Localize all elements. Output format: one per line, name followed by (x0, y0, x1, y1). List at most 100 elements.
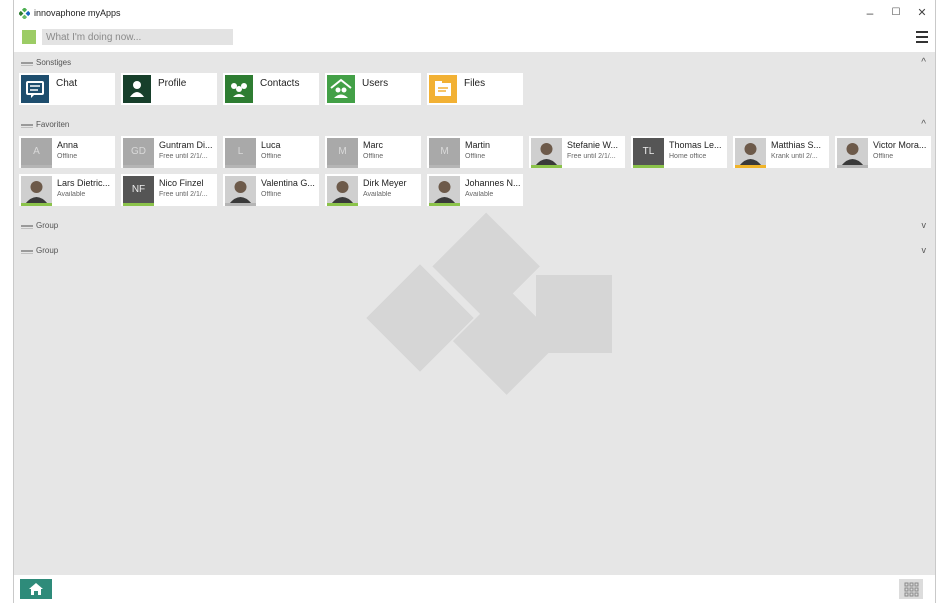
presence-bar (225, 203, 256, 206)
section-title: Sonstiges (36, 58, 72, 67)
contact-tile[interactable]: A Anna Offline (19, 136, 115, 168)
presence-bar (123, 203, 154, 206)
users-icon (327, 75, 355, 103)
avatar-initials: M (429, 138, 460, 166)
section-title: Group (36, 221, 59, 230)
avatar-photo (531, 138, 562, 166)
avatar-photo (837, 138, 868, 166)
contact-status: Offline (261, 191, 282, 198)
contact-status: Available (465, 191, 494, 198)
contact-name: Lars Dietric... (57, 178, 111, 188)
avatar-photo (429, 176, 460, 204)
drag-handle-icon (21, 225, 33, 229)
chevron-up-icon[interactable]: ^ (921, 119, 926, 130)
presence-bar (633, 165, 664, 168)
presence-bar (225, 165, 256, 168)
contact-status: Free until 2/1/... (159, 191, 208, 198)
window-title: innovaphone myApps (34, 8, 121, 18)
contact-name: Stefanie W... (567, 140, 619, 150)
contacts-icon (225, 75, 253, 103)
contact-name: Martin (465, 140, 491, 150)
contact-name: Anna (57, 140, 79, 150)
contact-tile[interactable]: Valentina G... Offline (223, 174, 319, 206)
contact-tile[interactable]: M Marc Offline (325, 136, 421, 168)
contact-name: Marc (363, 140, 383, 150)
app-grid-icon (904, 582, 919, 597)
presence-bar (21, 165, 52, 168)
avatar-initials: A (21, 138, 52, 166)
contact-status: Offline (873, 153, 894, 160)
contact-name: Nico Finzel (159, 178, 204, 188)
status-bar (14, 26, 935, 52)
contact-status: Offline (57, 153, 78, 160)
app-tile-files[interactable]: Files (427, 73, 523, 105)
myapps-window: innovaphone myApps – ☐ ✕ Sonstiges ^ Cha… (13, 0, 936, 603)
drag-handle-icon (21, 124, 33, 128)
presence-bar (429, 165, 460, 168)
contact-tile[interactable]: Dirk Meyer Available (325, 174, 421, 206)
contact-status: Available (57, 191, 86, 198)
app-tile-profile[interactable]: Profile (121, 73, 217, 105)
contact-status: Offline (363, 153, 384, 160)
contact-tile[interactable]: NF Nico Finzel Free until 2/1/... (121, 174, 217, 206)
contact-tile[interactable]: TL Thomas Le... Home office (631, 136, 727, 168)
menu-icon[interactable] (916, 31, 928, 43)
close-button[interactable]: ✕ (913, 5, 931, 21)
status-message-input[interactable] (42, 29, 233, 45)
innovaphone-logo-icon (19, 8, 30, 19)
contact-tile[interactable]: Lars Dietric... Available (19, 174, 115, 206)
files-icon (429, 75, 457, 103)
app-label: Chat (56, 78, 78, 89)
contact-tile[interactable]: Victor Mora... Offline (835, 136, 931, 168)
contact-tile[interactable]: Matthias S... Krank until 2/... (733, 136, 829, 168)
avatar-photo (225, 176, 256, 204)
contact-tile[interactable]: Johannes N... Available (427, 174, 523, 206)
title-bar: innovaphone myApps – ☐ ✕ (14, 0, 935, 26)
drag-handle-icon (21, 250, 33, 254)
contact-status: Krank until 2/... (771, 153, 818, 160)
app-tile-chat[interactable]: Chat (19, 73, 115, 105)
contact-name: Guntram Di... (159, 140, 213, 150)
maximize-button[interactable]: ☐ (887, 5, 905, 21)
contact-status: Free until 2/1/... (567, 153, 616, 160)
contact-status: Offline (465, 153, 486, 160)
contact-status: Available (363, 191, 392, 198)
contact-status: Home office (669, 153, 707, 160)
app-label: Contacts (260, 78, 300, 89)
innovaphone-watermark-logo (366, 212, 612, 395)
presence-bar (531, 165, 562, 168)
section-header-favoriten[interactable]: Favoriten ^ (14, 117, 935, 133)
section-header-sonstiges[interactable]: Sonstiges ^ (14, 55, 935, 71)
contact-name: Victor Mora... (873, 140, 927, 150)
home-button[interactable] (20, 579, 52, 599)
presence-indicator[interactable] (22, 30, 36, 44)
contact-name: Matthias S... (771, 140, 822, 150)
home-icon (29, 583, 43, 595)
presence-bar (21, 203, 52, 206)
avatar-initials: L (225, 138, 256, 166)
chevron-up-icon[interactable]: ^ (921, 57, 926, 68)
chevron-down-icon[interactable]: v (922, 245, 927, 255)
app-label: Files (464, 78, 486, 89)
app-tile-contacts[interactable]: Contacts (223, 73, 319, 105)
contact-tile[interactable]: L Luca Offline (223, 136, 319, 168)
app-tile-users[interactable]: Users (325, 73, 421, 105)
avatar-initials: GD (123, 138, 154, 166)
contact-name: Valentina G... (261, 178, 315, 188)
contact-tile[interactable]: M Martin Offline (427, 136, 523, 168)
app-grid-button[interactable] (899, 579, 923, 599)
section-title: Group (36, 246, 59, 255)
minimize-button[interactable]: – (861, 5, 879, 21)
bottom-bar (14, 575, 935, 603)
contact-tile[interactable]: GD Guntram Di... Free until 2/1/... (121, 136, 217, 168)
avatar-photo (735, 138, 766, 166)
chat-icon (21, 75, 49, 103)
avatar-initials: NF (123, 176, 154, 204)
chevron-down-icon[interactable]: v (922, 220, 927, 230)
app-label: Users (362, 78, 389, 89)
contact-status: Offline (261, 153, 282, 160)
avatar-initials: M (327, 138, 358, 166)
contact-tile[interactable]: Stefanie W... Free until 2/1/... (529, 136, 625, 168)
avatar-photo (327, 176, 358, 204)
presence-bar (327, 165, 358, 168)
